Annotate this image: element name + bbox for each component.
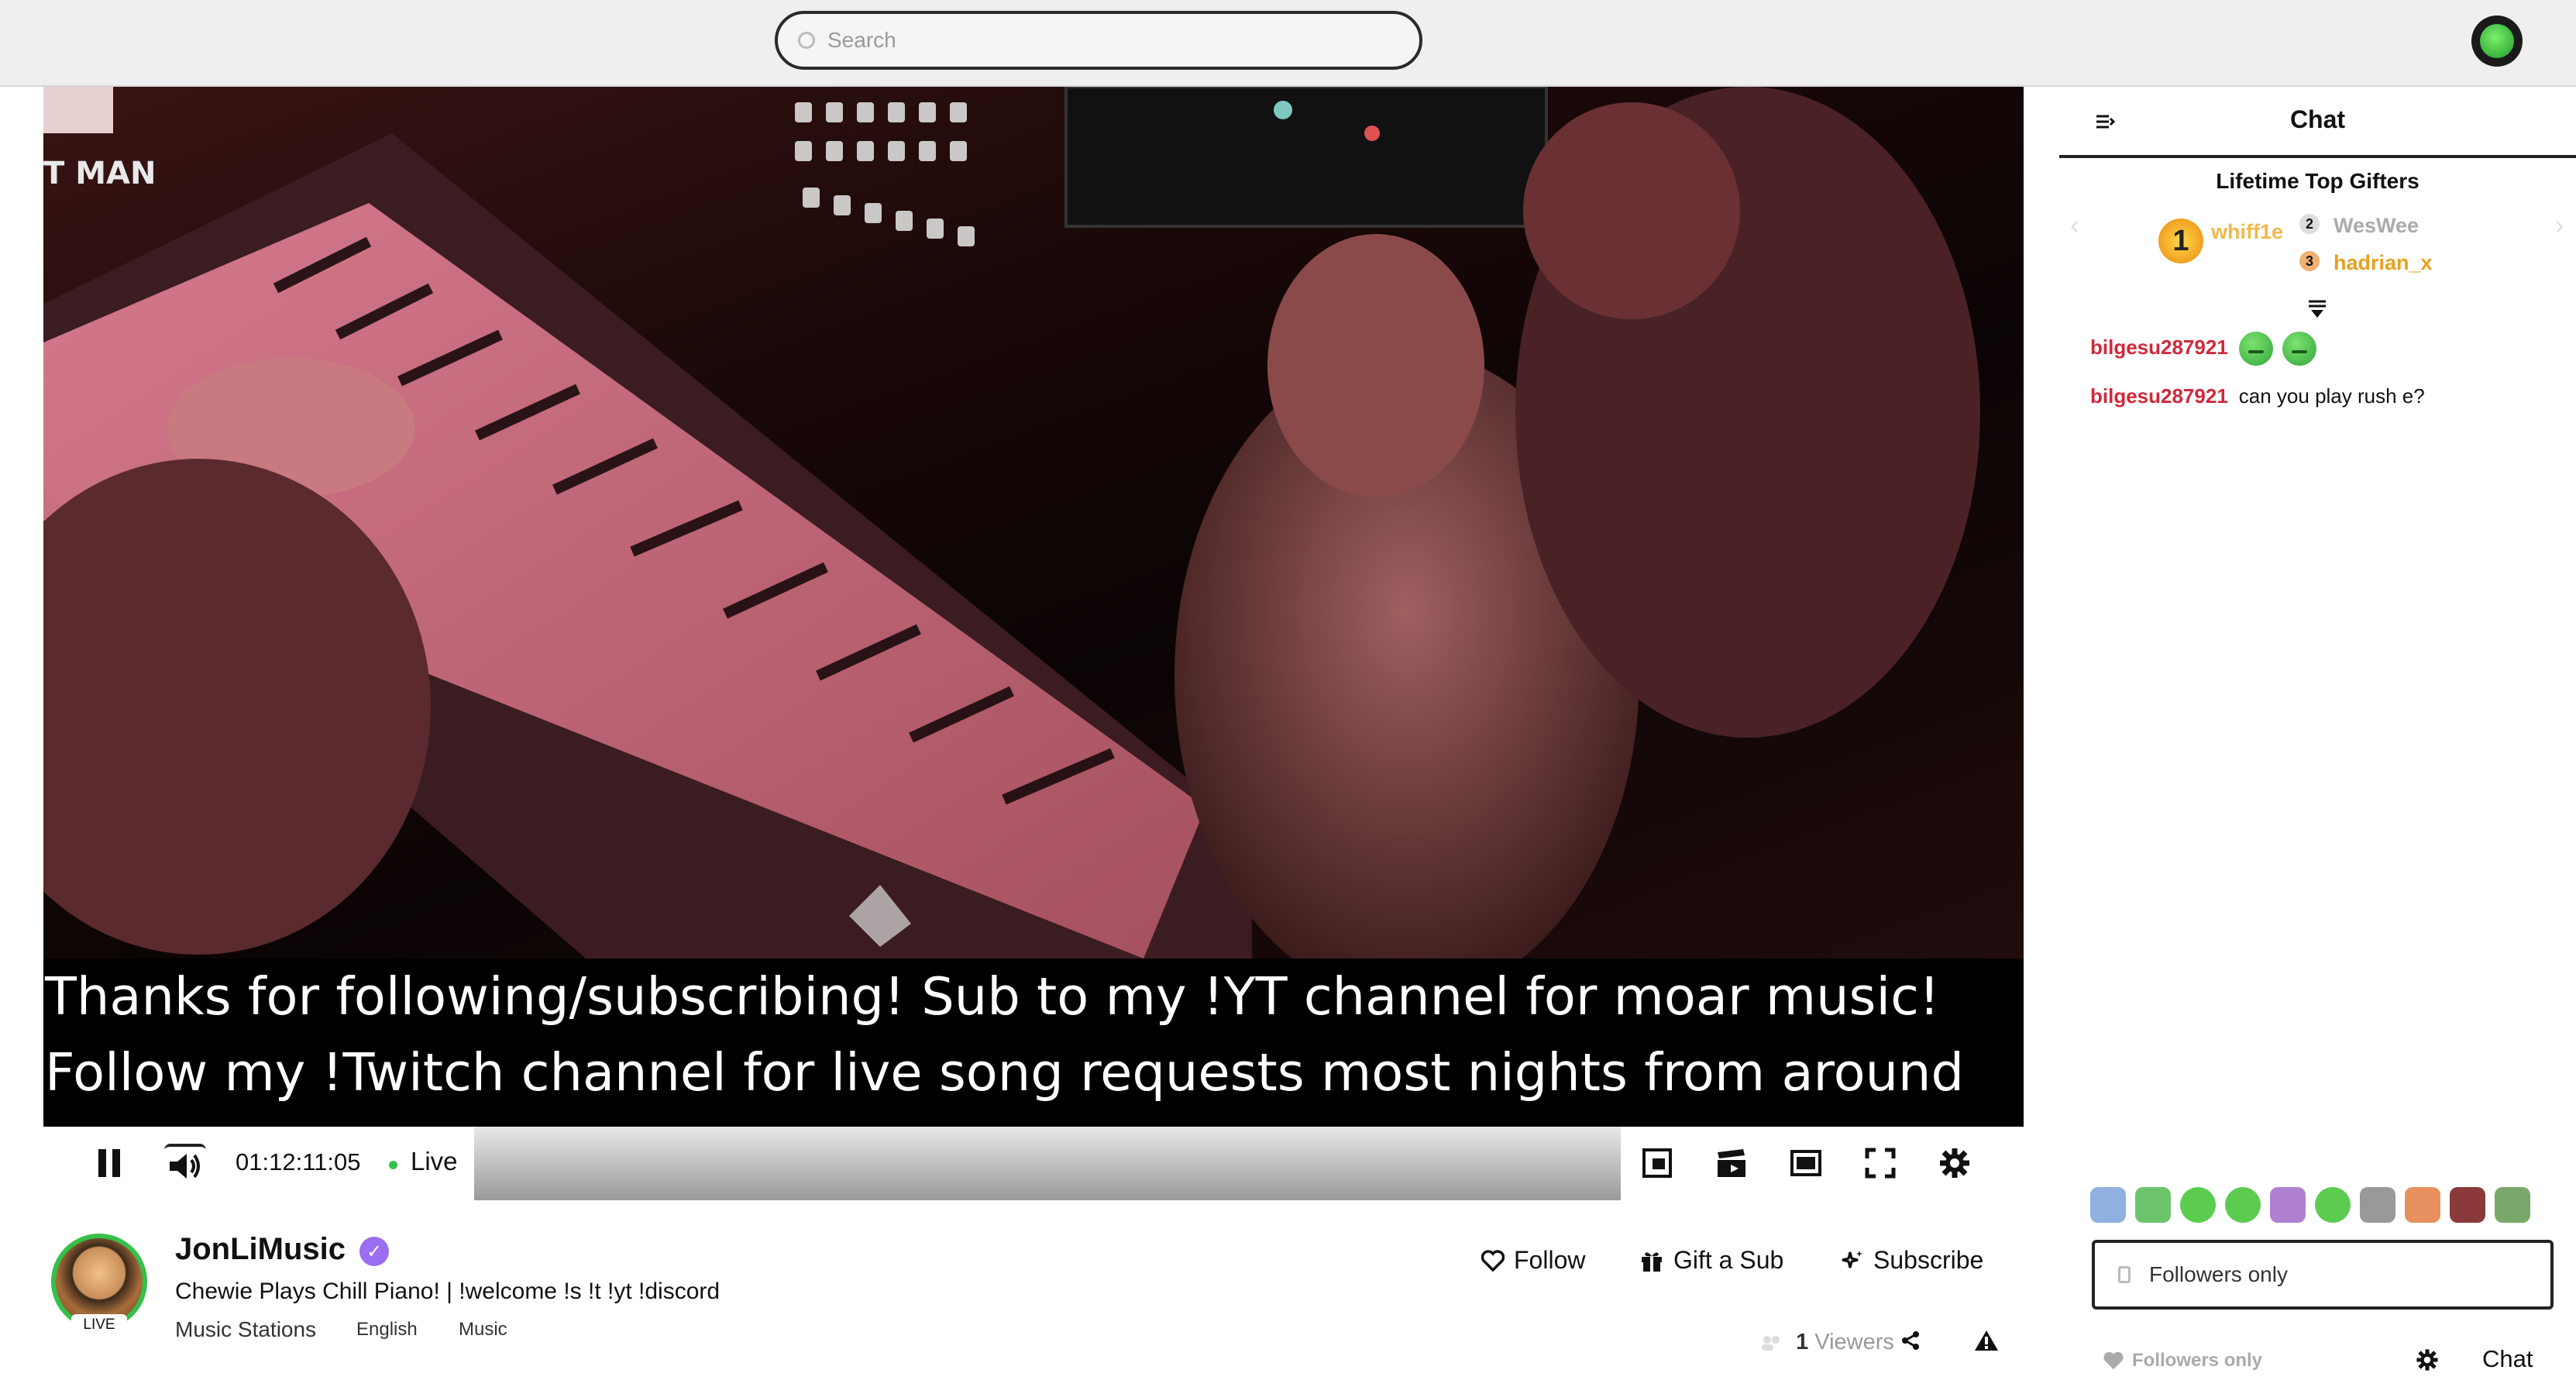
- chat-username[interactable]: bilgesu287921: [2090, 384, 2228, 408]
- gifter-1-name[interactable]: whiff1e: [2211, 220, 2283, 244]
- viewers-label: Viewers: [1814, 1330, 1894, 1354]
- search-box[interactable]: [775, 11, 1422, 70]
- chat-input-box[interactable]: [2092, 1240, 2554, 1310]
- chat-username[interactable]: bilgesu287921: [2090, 336, 2228, 359]
- gifter-3-name[interactable]: hadrian_x: [2334, 251, 2433, 275]
- sparkle-icon: [1842, 1250, 1862, 1268]
- caption-line-2: Follow my !Twitch channel for live song …: [45, 1042, 1965, 1103]
- gifters-next-icon[interactable]: ›: [2555, 211, 2564, 241]
- gold-medal-icon: 1: [2158, 219, 2203, 263]
- gifters-prev-icon[interactable]: ‹: [2070, 211, 2079, 241]
- chat-text: can you play rush e?: [2238, 384, 2425, 408]
- volume-button[interactable]: [164, 1144, 206, 1186]
- emote-icon[interactable]: [2135, 1187, 2171, 1223]
- chat-title: Chat: [2289, 105, 2346, 133]
- caption-line-1: Thanks for following/subscribing! Sub to…: [45, 966, 1940, 1027]
- emote-icon[interactable]: [2315, 1187, 2351, 1223]
- emote-icon[interactable]: [2180, 1187, 2216, 1223]
- warning-icon: [1975, 1330, 1998, 1351]
- theater-mode-button[interactable]: [1787, 1144, 1825, 1182]
- pause-button[interactable]: [90, 1144, 129, 1182]
- controls-right: [1621, 1127, 2024, 1200]
- clapper-icon: [1718, 1149, 1745, 1177]
- viewer-count: 1 Viewers: [1760, 1330, 1894, 1355]
- gift-sub-button[interactable]: Gift a Sub: [1639, 1246, 1783, 1275]
- search-icon: [798, 32, 815, 49]
- heart-icon: [1481, 1249, 1505, 1272]
- stream-title: Chewie Plays Chill Piano! | !welcome !s …: [175, 1279, 721, 1304]
- mini-player-button[interactable]: [1638, 1144, 1677, 1182]
- fullscreen-icon: [1865, 1148, 1896, 1179]
- live-indicator[interactable]: Live: [411, 1147, 458, 1176]
- volume-icon: [170, 1154, 200, 1179]
- emote-icon[interactable]: [2090, 1187, 2126, 1223]
- chat-send-button[interactable]: Chat: [2482, 1345, 2533, 1373]
- channel-info: LIVE JonLiMusic ✓ Chewie Plays Chill Pia…: [43, 1217, 2024, 1394]
- stream-time: 01:12:11:05: [236, 1148, 361, 1175]
- heart-icon: [2103, 1351, 2124, 1370]
- user-avatar[interactable]: [2471, 15, 2523, 67]
- follow-label: Follow: [1514, 1246, 1586, 1274]
- emote-bar: [2090, 1187, 2555, 1231]
- mini-player-icon: [1642, 1148, 1672, 1178]
- emote-icon[interactable]: [2450, 1187, 2485, 1223]
- lock-icon: [2118, 1266, 2131, 1283]
- share-button[interactable]: [1895, 1325, 1926, 1356]
- gear-icon[interactable]: [2416, 1348, 2439, 1372]
- report-button[interactable]: [1971, 1325, 2002, 1356]
- chat-input[interactable]: [2148, 1261, 2523, 1288]
- player-controls: 01:12:11:05 Live: [43, 1127, 2024, 1200]
- gifter-rank-3: 3: [2305, 253, 2313, 269]
- video-scene: T MAN: [43, 87, 1980, 959]
- channel-name[interactable]: JonLiMusic: [175, 1232, 346, 1267]
- bronze-rank-icon: 3: [2299, 251, 2320, 271]
- fullscreen-button[interactable]: [1861, 1144, 1900, 1182]
- verified-icon: ✓: [359, 1237, 389, 1266]
- subscribe-button[interactable]: Subscribe: [1841, 1246, 1983, 1275]
- viewers-number: 1: [1796, 1330, 1809, 1354]
- gifters-title: Lifetime Top Gifters: [2216, 169, 2420, 193]
- controls-left: 01:12:11:05 Live: [43, 1127, 474, 1200]
- emote-icon: [2282, 332, 2316, 366]
- stream-category[interactable]: Music Stations: [175, 1317, 316, 1342]
- follow-button[interactable]: Follow: [1481, 1246, 1585, 1275]
- gear-icon: [1940, 1148, 1969, 1178]
- avatar-image: [2480, 24, 2514, 58]
- chat-header: Chat: [2059, 87, 2576, 158]
- emote-icon[interactable]: [2225, 1187, 2261, 1223]
- gifter-rank-1: 1: [2172, 224, 2189, 257]
- chat-mode-label: Followers only: [2132, 1350, 2263, 1371]
- gift-icon: [1642, 1251, 1662, 1272]
- viewers-icon: [1762, 1336, 1780, 1351]
- video-player[interactable]: T MAN Thanks for following/subscribing! …: [43, 87, 2024, 1200]
- chat-mode[interactable]: Followers only: [2103, 1350, 2262, 1372]
- emote-icon[interactable]: [2405, 1187, 2440, 1223]
- silver-rank-icon: 2: [2299, 214, 2320, 234]
- emote-icon[interactable]: [2270, 1187, 2306, 1223]
- clip-button[interactable]: [1712, 1144, 1751, 1182]
- expand-gifters-icon[interactable]: [2306, 298, 2329, 321]
- subscribe-label: Subscribe: [1873, 1246, 1984, 1274]
- gifter-2-name[interactable]: WesWee: [2334, 214, 2419, 238]
- video-overlay-logo: T MAN: [43, 156, 156, 191]
- chat-message: bilgesu287921 can you play rush e?: [2090, 384, 2425, 408]
- emote-icon: [2238, 332, 2273, 366]
- theater-icon: [1790, 1150, 1821, 1176]
- share-icon: [1902, 1331, 1919, 1350]
- tag-language[interactable]: English: [356, 1319, 418, 1341]
- tag-music[interactable]: Music: [459, 1319, 507, 1341]
- chat-panel: Chat Lifetime Top Gifters ‹ › 1 whiff1e …: [2059, 87, 2576, 1394]
- gift-sub-label: Gift a Sub: [1673, 1246, 1784, 1274]
- top-bar: [0, 0, 2576, 87]
- chat-message: bilgesu287921: [2090, 332, 2326, 366]
- search-input[interactable]: [826, 27, 1371, 53]
- live-badge: LIVE: [71, 1314, 127, 1336]
- video-frame[interactable]: T MAN: [43, 87, 2024, 959]
- gifter-rank-2: 2: [2305, 215, 2313, 232]
- live-dot: [389, 1161, 397, 1169]
- emote-icon[interactable]: [2360, 1187, 2395, 1223]
- pause-icon: [98, 1149, 120, 1177]
- emote-icon[interactable]: [2495, 1187, 2530, 1223]
- settings-button[interactable]: [1935, 1144, 1974, 1182]
